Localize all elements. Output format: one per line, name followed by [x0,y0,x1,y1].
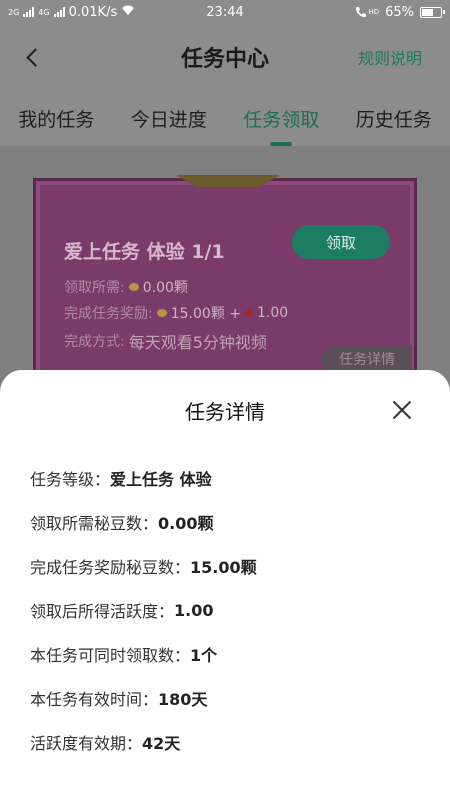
back-arrow-icon[interactable] [24,42,46,72]
detail-label: 完成任务奖励秘豆数： [30,558,191,577]
detail-value: 0.00颗 [158,514,214,533]
reward-activity: 1.00 [256,305,289,321]
tab-claim-tasks[interactable]: 任务领取 [239,105,323,146]
detail-row-activity-validity: 活跃度有效期： 42天 [30,720,430,764]
task-detail-sheet: 任务详情 任务等级： 爱上任务 体验 领取所需秘豆数： 0.00颗 完成任务奖励… [0,370,450,800]
status-left: 2G 4G 0.01K/s [8,5,355,20]
detail-value: 1.00 [174,600,214,620]
method-label: 完成方式: [64,334,125,350]
sheet-title: 任务详情 [185,400,265,424]
rules-link[interactable]: 规则说明 [358,45,422,69]
network-type-1: 2G [8,7,20,17]
tab-my-tasks[interactable]: 我的任务 [14,105,98,132]
detail-label: 本任务有效时间： [30,690,159,709]
detail-value: 42天 [142,734,181,753]
reward-label: 完成任务奖励: [64,306,153,322]
detail-row-level: 任务等级： 爱上任务 体验 [30,456,430,500]
network-type-2: 4G [38,7,50,17]
required-value: 0.00颗 [142,280,188,296]
signal-icon [23,7,35,17]
phone-hd-icon: HD [355,6,379,18]
detail-value: 15.00颗 [190,558,257,577]
detail-label: 本任务可同时领取数： [30,646,191,665]
bean-icon [156,309,167,317]
close-icon[interactable] [392,400,412,420]
tab-bar: 我的任务 今日进度 任务领取 历史任务 [0,90,450,146]
bean-icon [128,283,139,291]
required-label: 领取所需: [64,280,125,296]
detail-value: 180天 [158,690,208,709]
reward-beans: 15.00颗 + [170,306,241,322]
signal-icon-2 [53,7,65,17]
detail-value: 1个 [190,646,218,665]
tab-today-progress[interactable]: 今日进度 [127,105,211,132]
card-method: 完成方式: 每天观看5分钟视频 [64,329,267,353]
detail-label: 领取所需秘豆数： [30,514,159,533]
detail-list: 任务等级： 爱上任务 体验 领取所需秘豆数： 0.00颗 完成任务奖励秘豆数： … [30,456,430,764]
battery-icon [420,6,445,18]
status-right: HD 65% [355,4,445,20]
battery-percent: 65% [385,4,414,20]
detail-row-reward-beans: 完成任务奖励秘豆数： 15.00颗 [30,544,430,588]
detail-row-activity: 领取后所得活跃度： 1.00 [30,588,430,632]
detail-label: 任务等级： [30,470,111,489]
task-detail-tag[interactable]: 任务详情 [322,345,412,373]
method-value: 每天观看5分钟视频 [128,333,267,352]
hd-label: HD [368,8,380,16]
app-header: 任务中心 规则说明 [0,24,450,90]
detail-row-valid-time: 本任务有效时间： 180天 [30,676,430,720]
card-required: 领取所需: 0.00颗 [64,277,188,297]
wifi-icon [121,5,135,20]
status-bar: 2G 4G 0.01K/s 23:44 HD 65% [0,0,450,24]
detail-row-concurrent: 本任务可同时领取数： 1个 [30,632,430,676]
task-card: 爱上任务 体验 1/1 领取 领取所需: 0.00颗 完成任务奖励: 15.00… [33,175,417,390]
detail-label: 领取后所得活跃度： [30,602,175,621]
claim-button[interactable]: 领取 [292,225,390,259]
tab-history-tasks[interactable]: 历史任务 [352,105,436,132]
battery-fill [422,8,433,16]
page-title: 任务中心 [180,47,269,72]
detail-label: 活跃度有效期： [30,734,143,753]
card-frame-ornament [176,175,280,187]
detail-row-required-beans: 领取所需秘豆数： 0.00颗 [30,500,430,544]
card-reward: 完成任务奖励: 15.00颗 + 1.00 [64,303,288,323]
detail-value: 爱上任务 体验 [110,470,212,489]
task-title: 爱上任务 体验 1/1 [64,241,225,263]
network-speed: 0.01K/s [68,4,118,20]
activity-icon [244,309,253,317]
